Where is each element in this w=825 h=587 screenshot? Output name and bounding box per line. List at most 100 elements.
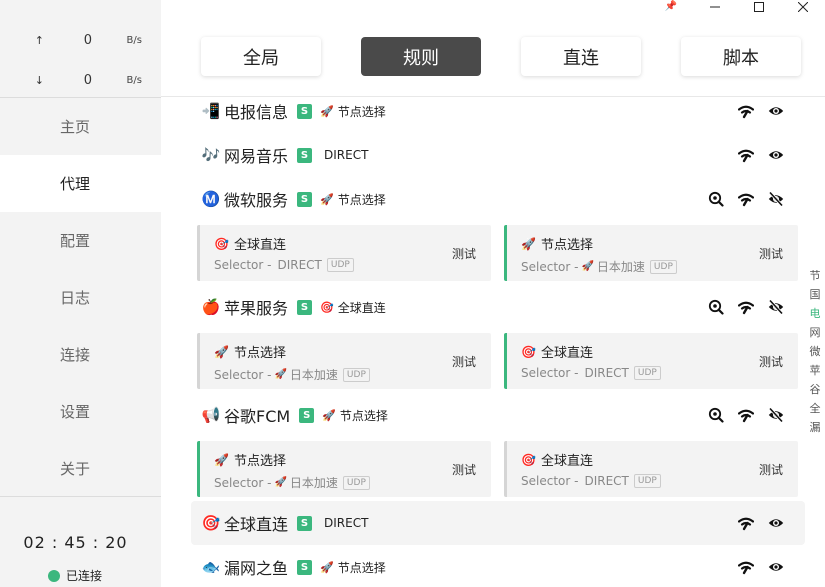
selected-proxy: 节点选择 bbox=[337, 192, 386, 207]
proxy-group-row[interactable]: 🎯 全球直连 S DIRECT bbox=[191, 501, 805, 545]
delay-test-icon[interactable] bbox=[731, 299, 761, 315]
group-type-badge: S bbox=[297, 559, 313, 575]
selected-emoji: 🎯 bbox=[320, 300, 334, 314]
uptime-timer: 02 : 45 : 20 bbox=[23, 533, 128, 552]
sidebar-item-settings[interactable]: 设置 bbox=[0, 383, 161, 440]
proxy-card[interactable]: 🚀 节点选择 Selector - 🚀 日本加速 UDP 测试 bbox=[504, 225, 798, 281]
proxy-emoji: 🎯 bbox=[521, 344, 536, 359]
proxy-group-row[interactable]: 🐟 漏网之鱼 S 🚀 节点选择 bbox=[191, 545, 805, 587]
group-selected: 🚀 节点选择 bbox=[320, 559, 386, 576]
index-item[interactable]: 微 bbox=[808, 342, 822, 361]
sidebar-item-connections[interactable]: 连接 bbox=[0, 326, 161, 383]
proxy-type: Selector - bbox=[521, 259, 579, 274]
tab-direct[interactable]: 直连 bbox=[521, 37, 641, 76]
proxy-card[interactable]: 🚀 节点选择 Selector - 🚀 日本加速 UDP 测试 bbox=[197, 441, 491, 497]
group-emoji: 📲 bbox=[201, 102, 221, 120]
expand-eye-icon[interactable] bbox=[761, 147, 791, 163]
proxy-sub-emoji: 🚀 bbox=[274, 477, 287, 488]
proxy-card[interactable]: 🎯 全球直连 Selector - DIRECT UDP 测试 bbox=[504, 441, 798, 497]
index-item[interactable]: 漏 bbox=[808, 418, 822, 437]
delay-test-icon[interactable] bbox=[731, 407, 761, 423]
proxy-now: 日本加速 bbox=[289, 476, 338, 490]
expand-eye-icon[interactable] bbox=[761, 515, 791, 531]
group-type-badge: S bbox=[297, 103, 313, 119]
connection-status-label: 已连接 bbox=[66, 569, 103, 583]
udp-badge: UDP bbox=[342, 367, 370, 382]
proxy-card-title: 🎯 全球直连 bbox=[521, 450, 593, 470]
proxy-now: 日本加速 bbox=[596, 260, 645, 274]
index-item[interactable]: 网 bbox=[808, 323, 822, 342]
index-item-current[interactable]: 电 bbox=[808, 304, 822, 323]
selected-emoji: 🚀 bbox=[320, 104, 334, 118]
proxy-group-row[interactable]: 📲 电报信息 S 🚀 节点选择 bbox=[191, 97, 805, 133]
proxy-name: 节点选择 bbox=[540, 238, 593, 253]
proxy-card[interactable]: 🚀 节点选择 Selector - 🚀 日本加速 UDP 测试 bbox=[197, 333, 491, 389]
test-button[interactable]: 测试 bbox=[452, 461, 476, 478]
proxy-now: 日本加速 bbox=[289, 368, 338, 382]
collapse-eye-off-icon[interactable] bbox=[761, 191, 791, 207]
proxy-group-row[interactable]: 📢 谷歌FCM S 🚀 节点选择 bbox=[191, 393, 805, 437]
index-item[interactable]: 国 bbox=[808, 285, 822, 304]
expand-eye-icon[interactable] bbox=[761, 559, 791, 575]
delay-test-icon[interactable] bbox=[731, 191, 761, 207]
proxy-emoji: 🎯 bbox=[521, 452, 536, 467]
proxy-card[interactable]: 🎯 全球直连 Selector - DIRECT UDP 测试 bbox=[197, 225, 491, 281]
proxy-card[interactable]: 🎯 全球直连 Selector - DIRECT UDP 测试 bbox=[504, 333, 798, 389]
index-item[interactable]: 节 bbox=[808, 266, 822, 285]
locate-icon[interactable] bbox=[701, 299, 731, 315]
delay-test-icon[interactable] bbox=[731, 515, 761, 531]
pin-icon[interactable]: 📌 bbox=[649, 2, 693, 12]
proxy-group-row[interactable]: 🍎 苹果服务 S 🎯 全球直连 bbox=[191, 285, 805, 329]
proxy-name: 节点选择 bbox=[233, 346, 286, 361]
selected-proxy: 全球直连 bbox=[337, 300, 386, 315]
locate-icon[interactable] bbox=[701, 191, 731, 207]
tab-rule[interactable]: 规则 bbox=[361, 37, 481, 76]
delay-test-icon[interactable] bbox=[731, 559, 761, 575]
minimize-icon[interactable] bbox=[693, 2, 737, 13]
collapse-eye-off-icon[interactable] bbox=[761, 299, 791, 315]
sidebar-item-about[interactable]: 关于 bbox=[0, 440, 161, 497]
index-item[interactable]: 谷 bbox=[808, 380, 822, 399]
index-item[interactable]: 苹 bbox=[808, 361, 822, 380]
group-actions bbox=[731, 97, 791, 133]
proxy-name: 节点选择 bbox=[233, 454, 286, 469]
proxy-name: 全球直连 bbox=[540, 454, 593, 469]
selected-proxy: DIRECT bbox=[324, 516, 369, 530]
group-selected: DIRECT bbox=[320, 148, 368, 162]
locate-icon[interactable] bbox=[701, 407, 731, 423]
sidebar-nav: 主页 代理 配置 日志 连接 设置 关于 bbox=[0, 98, 161, 497]
status-dot-icon bbox=[48, 569, 60, 582]
index-item[interactable]: 全 bbox=[808, 399, 822, 418]
collapse-eye-off-icon[interactable] bbox=[761, 407, 791, 423]
traffic-speed: ↑ 0 B/s ↓ 0 B/s bbox=[0, 20, 161, 100]
delay-test-icon[interactable] bbox=[731, 147, 761, 163]
test-button[interactable]: 测试 bbox=[452, 353, 476, 370]
group-name: 漏网之鱼 bbox=[224, 559, 289, 578]
group-name: 微软服务 bbox=[224, 191, 289, 210]
test-button[interactable]: 测试 bbox=[759, 353, 783, 370]
test-button[interactable]: 测试 bbox=[452, 245, 476, 262]
proxy-now: DIRECT bbox=[584, 366, 629, 380]
delay-test-icon[interactable] bbox=[731, 103, 761, 119]
sidebar-item-home[interactable]: 主页 bbox=[0, 98, 161, 155]
group-name: 网易音乐 bbox=[224, 147, 289, 166]
connection-status: 已连接 bbox=[48, 567, 102, 584]
proxy-group-list: 📲 电报信息 S 🚀 节点选择 🎶 网易音乐 S DIRECT Ⓜ️ 微软服务 S… bbox=[191, 97, 805, 587]
proxy-group-row[interactable]: Ⓜ️ 微软服务 S 🚀 节点选择 bbox=[191, 177, 805, 221]
group-type-badge: S bbox=[297, 515, 313, 531]
expand-eye-icon[interactable] bbox=[761, 103, 791, 119]
divider bbox=[0, 496, 161, 497]
test-button[interactable]: 测试 bbox=[759, 461, 783, 478]
group-emoji: 🎯 bbox=[201, 514, 221, 532]
proxy-group-row[interactable]: 🎶 网易音乐 S DIRECT bbox=[191, 133, 805, 177]
sidebar-item-profiles[interactable]: 配置 bbox=[0, 212, 161, 269]
proxy-emoji: 🎯 bbox=[214, 236, 229, 251]
tab-script[interactable]: 脚本 bbox=[681, 37, 801, 76]
tab-global[interactable]: 全局 bbox=[201, 37, 321, 76]
test-button[interactable]: 测试 bbox=[759, 245, 783, 262]
proxy-card-subtitle: Selector - 🚀 日本加速 UDP bbox=[521, 258, 677, 275]
maximize-icon[interactable] bbox=[737, 1, 781, 13]
close-icon[interactable] bbox=[781, 1, 825, 13]
sidebar-item-proxy[interactable]: 代理 bbox=[0, 155, 161, 212]
sidebar-item-logs[interactable]: 日志 bbox=[0, 269, 161, 326]
